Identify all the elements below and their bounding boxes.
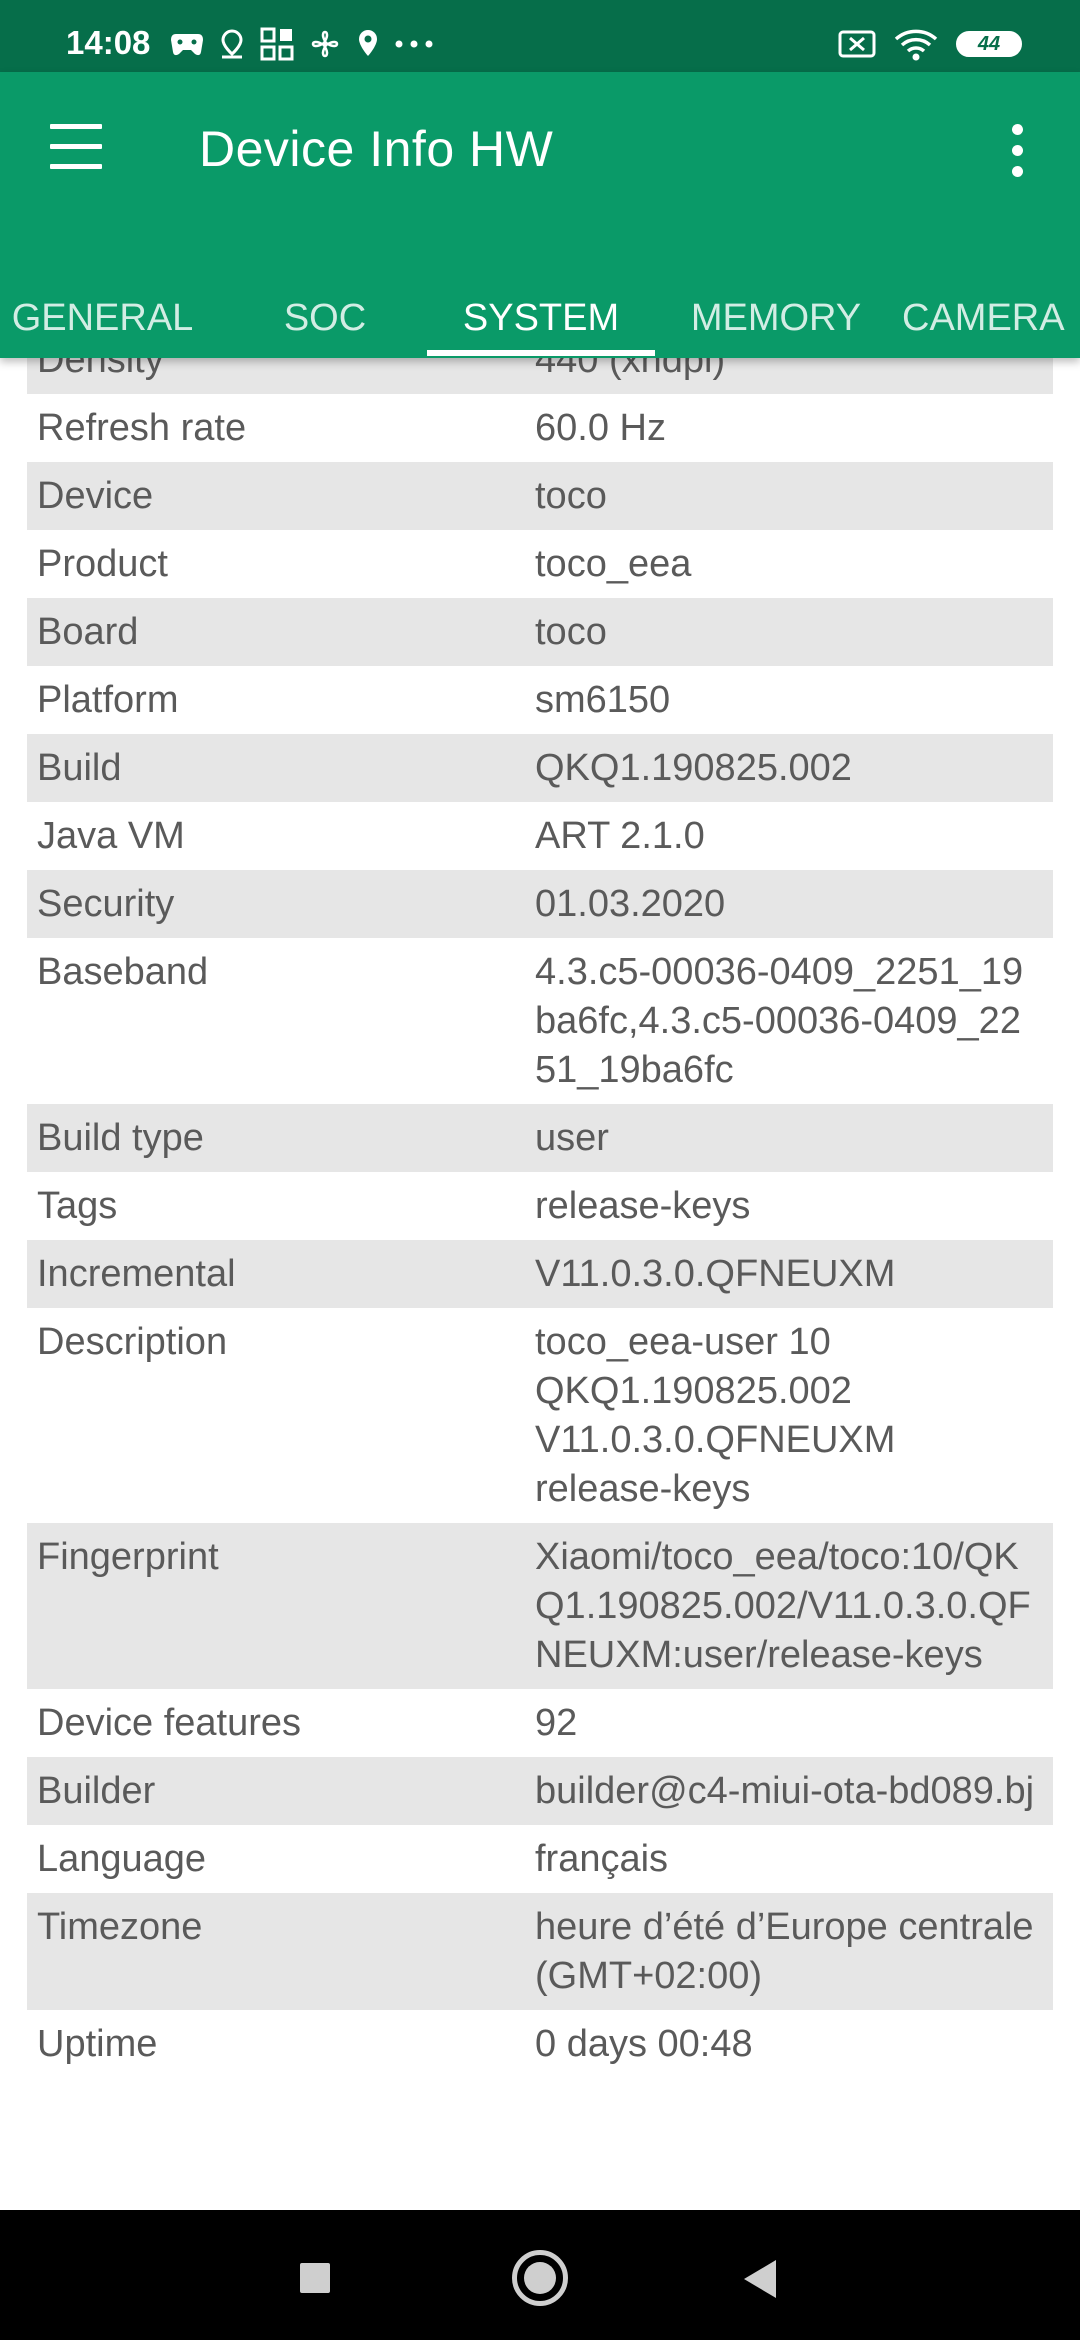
home-circle-icon[interactable] bbox=[512, 2250, 568, 2306]
status-time: 14:08 bbox=[66, 24, 151, 61]
row-label: Build type bbox=[37, 1117, 204, 1159]
row-label: Baseband bbox=[37, 951, 209, 993]
row-refresh-rate: Refresh rate 60.0 Hz bbox=[27, 394, 1053, 462]
row-label: Density bbox=[37, 358, 164, 381]
row-security: Security 01.03.2020 bbox=[27, 870, 1053, 938]
tab-memory[interactable]: MEMORY bbox=[672, 268, 880, 358]
row-board: Board toco bbox=[27, 598, 1053, 666]
more-dots-icon bbox=[395, 40, 433, 48]
system-rows: Density 440 (xhdpi) Refresh rate 60.0 Hz… bbox=[27, 358, 1053, 2078]
row-value: toco_eea bbox=[535, 543, 692, 585]
tab-soc[interactable]: SOC bbox=[230, 268, 420, 358]
row-value: 01.03.2020 bbox=[535, 883, 726, 925]
row-label: Uptime bbox=[37, 2023, 158, 2065]
battery-icon: 44 bbox=[956, 31, 1022, 57]
row-value: builder@c4-miui-ota-bd089.bj bbox=[535, 1770, 1035, 1812]
row-build: Build QKQ1.190825.002 bbox=[27, 734, 1053, 802]
tab-system[interactable]: SYSTEM bbox=[427, 268, 655, 358]
row-label: Language bbox=[37, 1838, 207, 1880]
row-description: Description toco_eea-user 10 QKQ1.190825… bbox=[27, 1308, 1053, 1523]
row-product: Product toco_eea bbox=[27, 530, 1053, 598]
row-value: sm6150 bbox=[535, 679, 671, 721]
active-tab-indicator bbox=[427, 350, 655, 356]
row-value: V11.0.3.0.QFNEUXM bbox=[535, 1253, 896, 1295]
recents-square-icon[interactable] bbox=[300, 2263, 330, 2293]
row-language: Language français bbox=[27, 1825, 1053, 1893]
row-label: Device features bbox=[37, 1702, 302, 1744]
status-system-icons: 44 bbox=[838, 24, 1022, 64]
row-label: Refresh rate bbox=[37, 407, 247, 449]
row-value: 92 bbox=[535, 1702, 578, 1744]
location-pin-icon bbox=[359, 30, 377, 56]
row-density: Density 440 (xhdpi) bbox=[27, 358, 1053, 394]
row-value: toco_eea-user 10 QKQ1.190825.002 V11.0.3… bbox=[535, 1321, 896, 1510]
status-notification-icons bbox=[170, 24, 434, 64]
tab-bar: GENERAL SOC SYSTEM MEMORY CAMERA bbox=[0, 268, 1080, 358]
no-sim-icon bbox=[838, 30, 876, 58]
row-label: Device bbox=[37, 475, 154, 517]
row-build-type: Build type user bbox=[27, 1104, 1053, 1172]
row-value: ART 2.1.0 bbox=[535, 815, 705, 857]
row-device: Device toco bbox=[27, 462, 1053, 530]
battery-level: 44 bbox=[977, 32, 1001, 55]
row-label: Timezone bbox=[37, 1906, 203, 1948]
status-bar: 14:08 44 bbox=[0, 0, 1080, 72]
location-pin-outline-icon bbox=[221, 29, 243, 59]
row-label: Description bbox=[37, 1321, 228, 1363]
row-value: heure d’été d’Europe centrale (GMT+02:00… bbox=[535, 1906, 1034, 1997]
row-platform: Platform sm6150 bbox=[27, 666, 1053, 734]
row-value: toco bbox=[535, 475, 607, 517]
row-value: release-keys bbox=[535, 1185, 751, 1227]
row-value: toco bbox=[535, 611, 607, 653]
row-label: Product bbox=[37, 543, 168, 585]
row-value: QKQ1.190825.002 bbox=[535, 747, 852, 789]
row-uptime: Uptime 0 days 00:48 bbox=[27, 2010, 1053, 2078]
system-info-list[interactable]: Density 440 (xhdpi) Refresh rate 60.0 Hz… bbox=[0, 358, 1080, 2210]
fan-icon bbox=[311, 30, 339, 58]
app-grid-icon bbox=[260, 27, 294, 61]
game-controller-icon bbox=[171, 34, 203, 56]
row-value: 4.3.c5-00036-0409_2251_19ba6fc,4.3.c5-00… bbox=[535, 951, 1024, 1091]
row-timezone: Timezone heure d’été d’Europe centrale (… bbox=[27, 1893, 1053, 2010]
app-bar: Device Info HW GENERAL SOC SYSTEM MEMORY… bbox=[0, 72, 1080, 358]
navigation-bar bbox=[0, 2210, 1080, 2340]
row-value: 440 (xhdpi) bbox=[535, 358, 726, 381]
row-label: Board bbox=[37, 611, 139, 653]
tab-camera[interactable]: CAMERA bbox=[902, 268, 1080, 358]
row-label: Incremental bbox=[37, 1253, 236, 1295]
row-value: 60.0 Hz bbox=[535, 407, 666, 449]
wifi-icon bbox=[894, 29, 938, 61]
back-triangle-icon[interactable] bbox=[744, 2260, 776, 2298]
row-incremental: Incremental V11.0.3.0.QFNEUXM bbox=[27, 1240, 1053, 1308]
row-value: 0 days 00:48 bbox=[535, 2023, 753, 2065]
tab-general[interactable]: GENERAL bbox=[0, 268, 205, 358]
row-value: user bbox=[535, 1117, 609, 1159]
row-value: Xiaomi/toco_eea/toco:10/QKQ1.190825.002/… bbox=[535, 1536, 1031, 1676]
row-fingerprint: Fingerprint Xiaomi/toco_eea/toco:10/QKQ1… bbox=[27, 1523, 1053, 1689]
row-label: Tags bbox=[37, 1185, 118, 1227]
row-label: Java VM bbox=[37, 815, 185, 857]
row-baseband: Baseband 4.3.c5-00036-0409_2251_19ba6fc,… bbox=[27, 938, 1053, 1104]
row-label: Builder bbox=[37, 1770, 156, 1812]
row-label: Platform bbox=[37, 679, 179, 721]
app-title: Device Info HW bbox=[199, 121, 554, 177]
row-label: Fingerprint bbox=[37, 1536, 219, 1578]
row-label: Security bbox=[37, 883, 175, 925]
row-value: français bbox=[535, 1838, 669, 1880]
row-device-features: Device features 92 bbox=[27, 1689, 1053, 1757]
hamburger-menu-icon[interactable] bbox=[48, 122, 106, 172]
row-tags: Tags release-keys bbox=[27, 1172, 1053, 1240]
row-label: Build bbox=[37, 747, 122, 789]
more-vert-icon[interactable] bbox=[1002, 124, 1034, 178]
row-builder: Builder builder@c4-miui-ota-bd089.bj bbox=[27, 1757, 1053, 1825]
row-java-vm: Java VM ART 2.1.0 bbox=[27, 802, 1053, 870]
